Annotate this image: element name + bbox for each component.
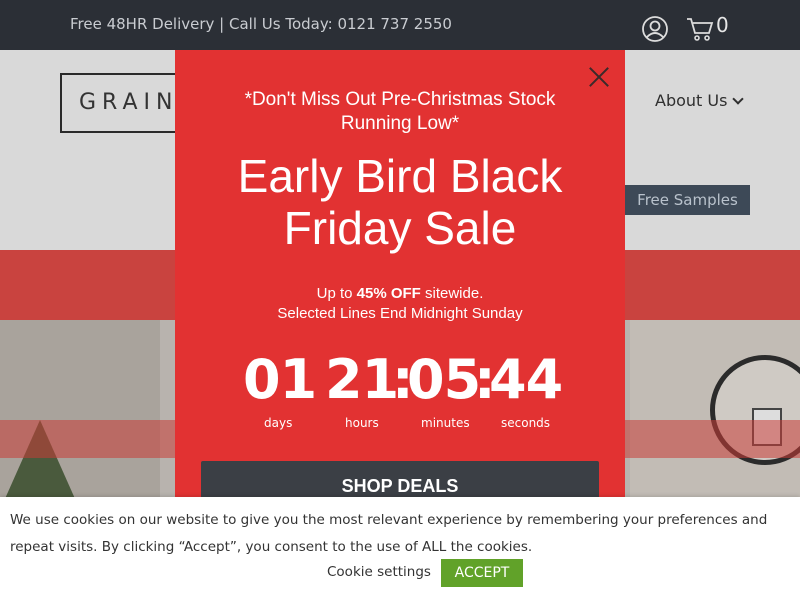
top-bar: Free 48HR Delivery | Call Us Today: 0121… [0,0,800,50]
countdown-seconds-label: seconds [501,416,551,430]
countdown-days: 01 [243,348,317,411]
countdown-days-label: days [264,416,293,430]
sale-popup: *Don't Miss Out Pre-Christmas Stock Runn… [175,50,625,511]
accept-button[interactable]: ACCEPT [441,559,523,587]
popup-headline: Early Bird Black Friday Sale [237,150,563,254]
countdown-minutes-label: minutes [421,416,470,430]
countdown-hours: 21 [325,348,399,411]
cookie-message: We use cookies on our website to give yo… [10,512,768,555]
offer-line2: Selected Lines End Midnight Sunday [277,305,523,322]
offer-prefix: Up to [316,285,357,302]
cookie-settings-link[interactable]: Cookie settings [327,564,431,580]
popup-tagline: *Don't Miss Out Pre-Christmas Stock Runn… [244,89,556,134]
countdown-minutes: 05 [407,348,481,411]
countdown-seconds: 44 [489,348,563,411]
free-samples-button[interactable]: Free Samples [625,185,750,215]
nav-item-about-us[interactable]: About Us [655,91,745,110]
offer-suffix: sitewide. [420,285,484,302]
contact-info: Free 48HR Delivery | Call Us Today: 0121… [70,15,452,33]
chevron-down-icon [732,93,745,105]
cookie-banner: We use cookies on our website to give yo… [0,497,800,600]
countdown-hours-label: hours [345,416,379,430]
offer-discount: 45% OFF [356,285,421,302]
nav-item-label: About Us [655,91,728,110]
popup-offer: Up to 45% OFF sitewide. Selected Lines E… [175,284,625,324]
close-icon[interactable] [588,66,610,88]
user-circle-icon[interactable] [641,15,669,43]
cart-icon[interactable] [686,16,714,42]
cart-count[interactable]: 0 [716,13,729,37]
countdown-timer: 01 21 : 05 : 44 days hours minutes secon… [175,348,625,438]
